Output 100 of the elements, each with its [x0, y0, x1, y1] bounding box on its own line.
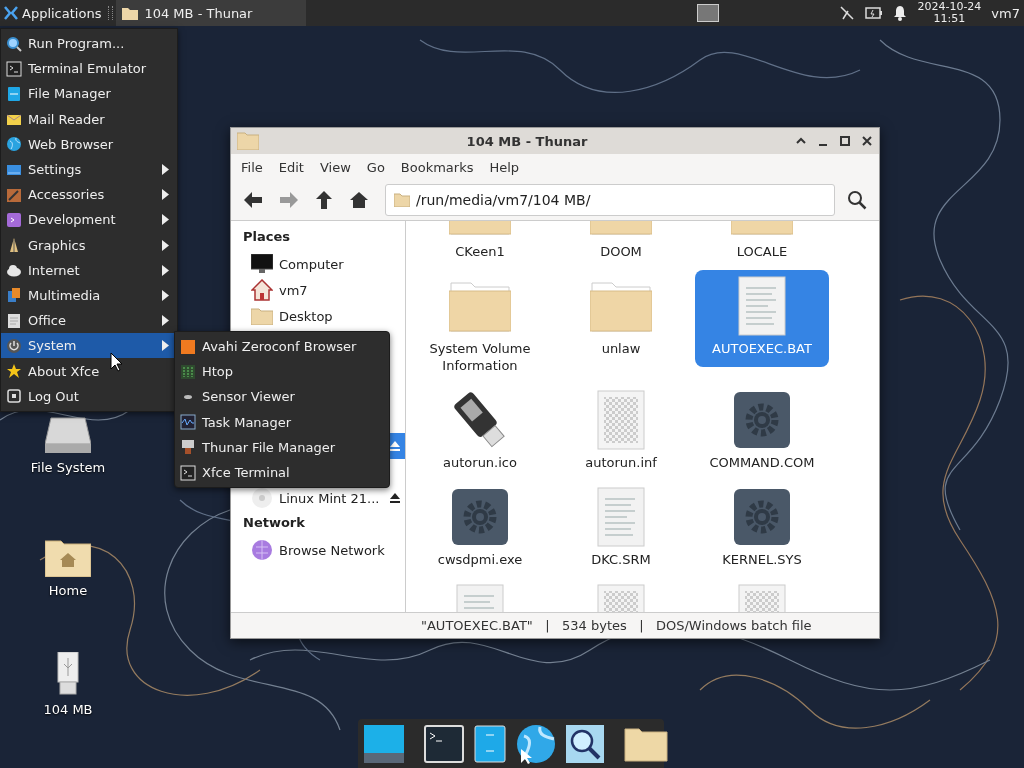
document-icon [6, 312, 22, 329]
terminal-icon [6, 60, 22, 77]
eye-icon [184, 394, 192, 399]
eject-icon[interactable] [389, 492, 401, 504]
usb-drive-icon [57, 652, 79, 696]
menu-item[interactable]: Internet [1, 257, 177, 283]
menu-item[interactable]: Terminal Emulator [1, 56, 177, 82]
user-name[interactable]: vm7 [991, 5, 1020, 21]
menu-item[interactable]: System [1, 333, 177, 359]
generic-file-icon [597, 390, 645, 450]
menu-item[interactable]: Task Manager [175, 409, 389, 435]
eject-icon[interactable] [389, 440, 401, 452]
menu-bar-item[interactable]: Help [483, 157, 526, 177]
document-item[interactable]: KERNEL.SYS [695, 481, 829, 578]
text-file-icon [738, 276, 786, 336]
bell-icon[interactable] [893, 5, 908, 21]
workspace-switcher[interactable] [697, 4, 720, 22]
sidebar-heading: Network [242, 514, 306, 532]
menu-item[interactable]: File Manager [1, 81, 177, 107]
code-icon [6, 211, 22, 228]
search-icon [6, 35, 22, 52]
cloud-icon [6, 262, 22, 279]
terminal-button[interactable] [424, 724, 464, 763]
search-button[interactable] [566, 724, 604, 763]
star-icon [6, 363, 22, 380]
menu-item[interactable]: Htop [175, 359, 389, 385]
document-item[interactable]: DKC.SRM [554, 481, 688, 578]
globe-button[interactable] [516, 723, 556, 764]
chart-icon [180, 414, 196, 431]
desktop-icon-label[interactable]: 104 MB [43, 702, 93, 717]
square-icon [180, 338, 196, 355]
folder-button[interactable] [624, 725, 668, 762]
folder-item[interactable]: CKeen1 [413, 221, 547, 270]
folder-item[interactable]: LOCALE [695, 221, 829, 270]
sidebar-item[interactable]: Desktop [231, 303, 405, 329]
battery-icon[interactable] [865, 7, 884, 19]
menu-item[interactable]: Settings [1, 156, 177, 183]
gear-icon [734, 487, 790, 547]
desktop-button[interactable] [364, 724, 404, 763]
folder-item[interactable]: DOOM [554, 221, 688, 270]
folder-item[interactable]: System Volume Information [413, 270, 547, 384]
home-folder-icon [45, 537, 91, 577]
desktop-icon-label[interactable]: File System [30, 460, 106, 475]
menu-item[interactable]: About Xfce [1, 358, 177, 384]
menu-item[interactable]: Development [1, 207, 177, 233]
grid-icon [180, 363, 196, 380]
hard-drive-icon [45, 416, 91, 454]
gear-icon [452, 487, 508, 547]
menu-item[interactable]: Office [1, 308, 177, 334]
menu-bar-item[interactable]: Edit [272, 157, 310, 177]
folder-icon [237, 132, 259, 150]
menu-bar-item[interactable]: View [313, 157, 357, 177]
power-icon [6, 337, 22, 354]
folder-icon [394, 193, 410, 207]
menu-item[interactable]: Multimedia [1, 282, 177, 309]
sidebar-item[interactable]: Computer [231, 251, 405, 277]
mouse-logo-icon [4, 6, 18, 20]
network-icon [251, 539, 273, 561]
disc-icon [251, 487, 273, 509]
clock[interactable]: 2024-10-24 11:51 [917, 1, 982, 25]
sidebar-item[interactable]: vm7 [231, 277, 405, 303]
menu-bar-item[interactable]: Bookmarks [394, 157, 480, 177]
menu-item[interactable]: Xfce Terminal [175, 459, 389, 486]
mouse-pointer-icon [110, 352, 123, 372]
menu-item[interactable]: Thunar File Manager [175, 434, 389, 460]
file-cabinet-icon [6, 85, 22, 102]
document-item[interactable]: COMMAND.COM [695, 384, 829, 481]
exit-icon [6, 388, 22, 405]
location-field[interactable]: /run/media/vm7/104 MB/ [385, 184, 835, 216]
sidebar-item[interactable]: Browse Network [231, 537, 405, 563]
document-item[interactable]: autorun.ico [413, 384, 547, 481]
desktop-icon-label[interactable]: Home [48, 583, 88, 598]
monitor-icon [251, 254, 273, 274]
terminal-icon [180, 464, 196, 481]
menu-item[interactable]: Sensor Viewer [175, 384, 389, 410]
document-item[interactable]: cwsdpmi.exe [413, 481, 547, 578]
menu-item[interactable]: Avahi Zeroconf Browser [175, 334, 389, 360]
text-file-icon [597, 487, 645, 547]
document-item[interactable]: autorun.inf [554, 384, 688, 481]
globe-icon [6, 136, 22, 153]
menu-item[interactable]: Log Out [1, 383, 177, 409]
gear-icon [734, 390, 790, 450]
maximize-icon[interactable] [839, 135, 851, 147]
toolbox-icon [6, 186, 22, 203]
menu-bar-item[interactable]: Go [360, 157, 391, 177]
taskbar-window-button[interactable]: 104 MB - Thunar [116, 0, 307, 26]
document-item[interactable]: AUTOEXEC.BAT [695, 270, 829, 367]
media-icon [6, 287, 22, 304]
menu-item[interactable]: Web Browser [1, 131, 177, 157]
network-disconnected-icon[interactable] [839, 5, 856, 21]
menu-item[interactable]: Run Program... [1, 31, 177, 57]
menu-item[interactable]: Mail Reader [1, 106, 177, 132]
menu-item[interactable]: Accessories [1, 182, 177, 208]
menu-item[interactable]: Graphics [1, 232, 177, 258]
menu-bar-item[interactable]: File [235, 157, 269, 177]
applications-menu-button[interactable]: Applications [0, 0, 106, 26]
file-cabinet-button[interactable] [474, 724, 506, 763]
sidebar-item[interactable]: Linux Mint 21... [231, 485, 405, 511]
folder-item[interactable]: unlaw [554, 270, 688, 367]
close-icon[interactable] [861, 135, 873, 147]
